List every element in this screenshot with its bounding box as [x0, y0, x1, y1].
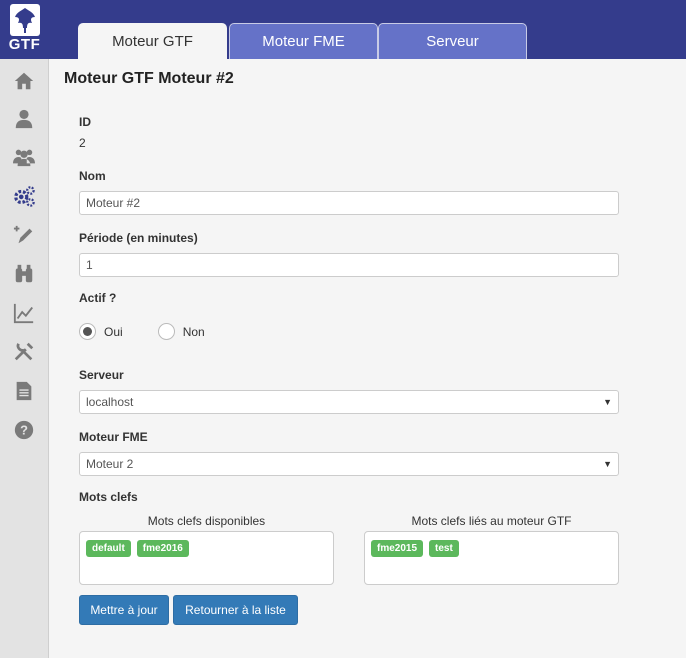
linked-keywords-box[interactable]: fme2015 test	[364, 531, 619, 585]
moteur-fme-label: Moteur FME	[79, 430, 148, 444]
top-bar: GTF Moteur GTF Moteur FME Serveur	[0, 0, 686, 59]
app-logo[interactable]: GTF	[0, 0, 49, 59]
edit-icon[interactable]	[0, 215, 48, 254]
actif-oui-label: Oui	[104, 324, 123, 339]
tab-moteur-gtf[interactable]: Moteur GTF	[78, 23, 227, 59]
back-to-list-button[interactable]: Retourner à la liste	[173, 595, 298, 625]
chevron-down-icon: ▼	[603, 459, 612, 469]
actif-non-radio[interactable]	[157, 323, 175, 340]
linked-keywords-title: Mots clefs liés au moteur GTF	[411, 514, 572, 528]
serveur-select[interactable]: localhost ▼	[79, 390, 619, 414]
user-icon[interactable]	[0, 99, 48, 138]
keyword-tag[interactable]: test	[429, 540, 459, 557]
id-value: 2	[79, 136, 86, 150]
id-label: ID	[79, 115, 91, 129]
update-button[interactable]: Mettre à jour	[79, 595, 169, 625]
document-icon[interactable]	[0, 371, 48, 410]
actif-label: Actif ?	[79, 291, 117, 305]
sidebar: ?	[0, 59, 49, 658]
gears-icon[interactable]	[0, 176, 48, 215]
home-icon[interactable]	[0, 61, 48, 100]
chevron-down-icon: ▼	[603, 397, 612, 407]
moteur-fme-select[interactable]: Moteur 2 ▼	[79, 452, 619, 476]
moteur-fme-select-value: Moteur 2	[86, 457, 134, 471]
main-content: Moteur GTF Moteur #2 ID 2 Nom Période (e…	[49, 59, 686, 658]
grape-leaf-logo-icon	[9, 4, 40, 36]
periode-input[interactable]	[79, 253, 619, 277]
svg-text:?: ?	[20, 422, 28, 437]
tools-icon[interactable]	[0, 332, 48, 371]
periode-label: Période (en minutes)	[79, 231, 198, 245]
actif-non-label: Non	[182, 324, 205, 339]
keyword-tag[interactable]: fme2015	[371, 540, 424, 557]
actif-radio-group: Oui Non	[79, 323, 240, 340]
binoculars-icon[interactable]	[0, 254, 48, 293]
tab-serveur[interactable]: Serveur	[378, 23, 527, 59]
page-title: Moteur GTF Moteur #2	[64, 70, 234, 87]
users-icon[interactable]	[0, 137, 48, 176]
available-keywords-title: Mots clefs disponibles	[147, 514, 266, 528]
mots-clefs-label: Mots clefs	[79, 490, 138, 504]
available-keywords-box[interactable]: default fme2016	[79, 531, 334, 585]
logo-text: GTF	[8, 36, 41, 53]
tab-moteur-fme[interactable]: Moteur FME	[229, 23, 378, 59]
serveur-select-value: localhost	[86, 395, 134, 409]
keyword-tag[interactable]: default	[86, 540, 131, 557]
help-icon[interactable]: ?	[0, 410, 48, 449]
serveur-label: Serveur	[79, 368, 124, 382]
nom-label: Nom	[79, 169, 106, 183]
keyword-tag[interactable]: fme2016	[136, 540, 189, 557]
chart-icon[interactable]	[0, 293, 48, 332]
nom-input[interactable]	[79, 191, 619, 215]
actif-oui-radio[interactable]	[79, 323, 96, 340]
